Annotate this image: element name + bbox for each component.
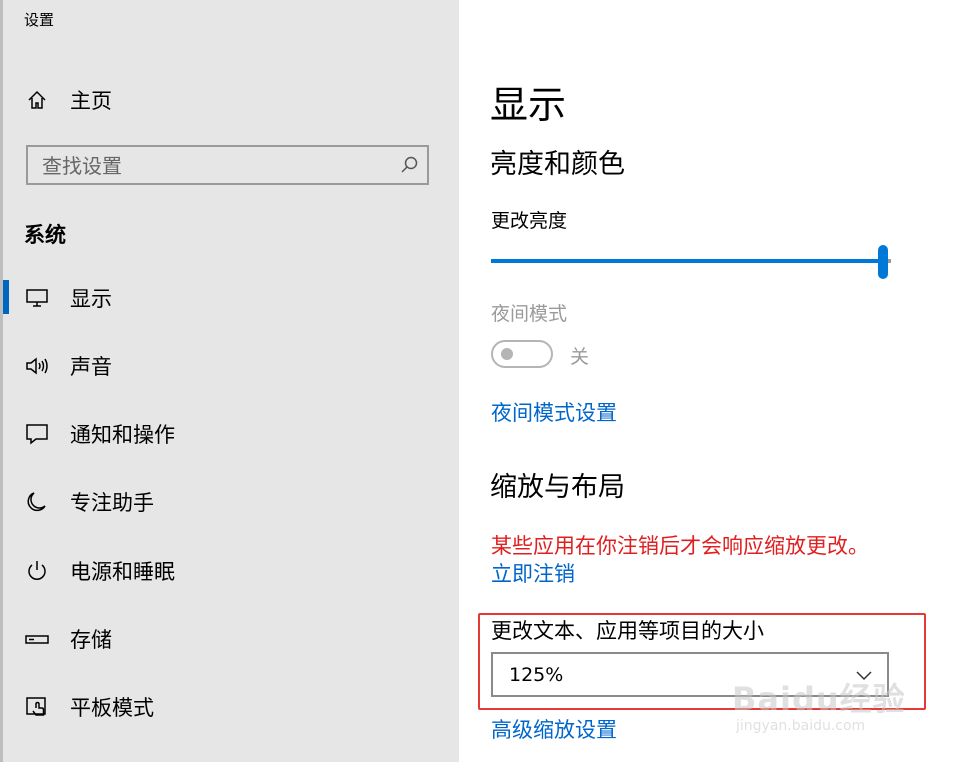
night-mode-toggle[interactable]: [491, 340, 553, 368]
sidebar-item-notifications[interactable]: 通知和操作: [0, 411, 459, 457]
moon-icon: [24, 489, 50, 515]
night-mode-state: 关: [570, 346, 590, 368]
sign-out-link[interactable]: 立即注销: [491, 558, 575, 588]
sidebar-item-label: 平板模式: [70, 696, 154, 720]
search-box[interactable]: [26, 145, 429, 185]
monitor-icon: [24, 285, 50, 311]
baidu-watermark: Baidu经验 jingyan.baidu.com: [732, 660, 912, 750]
sidebar-item-label: 通知和操作: [70, 423, 175, 447]
watermark-url: jingyan.baidu.com: [736, 718, 866, 734]
sidebar-item-focus-assist[interactable]: 专注助手: [0, 479, 459, 525]
tablet-mode-icon: [24, 694, 50, 720]
scale-size-label: 更改文本、应用等项目的大小: [491, 619, 764, 643]
storage-icon: [24, 626, 50, 652]
nav-home[interactable]: 主页: [0, 77, 459, 123]
brightness-slider[interactable]: [491, 245, 891, 279]
sidebar-item-label: 电源和睡眠: [70, 560, 175, 584]
nav-home-label: 主页: [70, 89, 112, 113]
section-heading-scale-layout: 缩放与布局: [490, 472, 625, 503]
app-title: 设置: [24, 11, 55, 29]
night-mode-settings-link[interactable]: 夜间模式设置: [491, 397, 617, 427]
brightness-label: 更改亮度: [491, 210, 568, 232]
speaker-icon: [24, 353, 50, 379]
sidebar-item-label: 存储: [70, 628, 112, 652]
search-icon[interactable]: [399, 155, 419, 175]
watermark-text: Baidu经验: [732, 680, 906, 718]
section-heading-system: 系统: [24, 223, 66, 247]
night-mode-label: 夜间模式: [491, 303, 568, 325]
sidebar-item-label: 显示: [70, 287, 112, 311]
notification-icon: [24, 421, 50, 447]
sidebar-item-label: 专注助手: [70, 491, 154, 515]
sidebar-item-display[interactable]: 显示: [0, 275, 459, 321]
power-icon: [24, 558, 50, 584]
sidebar-item-storage[interactable]: 存储: [0, 616, 459, 662]
sidebar-item-label: 声音: [70, 355, 112, 379]
home-icon: [24, 87, 50, 113]
sidebar-item-power-sleep[interactable]: 电源和睡眠: [0, 548, 459, 594]
advanced-scaling-link[interactable]: 高级缩放设置: [491, 714, 617, 744]
sidebar-item-tablet-mode[interactable]: 平板模式: [0, 684, 459, 730]
slider-thumb[interactable]: [878, 245, 888, 279]
search-input[interactable]: [40, 147, 384, 185]
slider-fill: [491, 259, 883, 263]
scale-dropdown-value: 125%: [509, 664, 564, 686]
sidebar-item-sound[interactable]: 声音: [0, 343, 459, 389]
scale-warning-text: 某些应用在你注销后才会响应缩放更改。: [491, 534, 869, 558]
section-heading-brightness: 亮度和颜色: [490, 149, 625, 180]
sidebar: 设置 主页 系统 显示: [0, 0, 459, 762]
page-title: 显示: [490, 83, 567, 127]
toggle-knob: [501, 348, 513, 360]
